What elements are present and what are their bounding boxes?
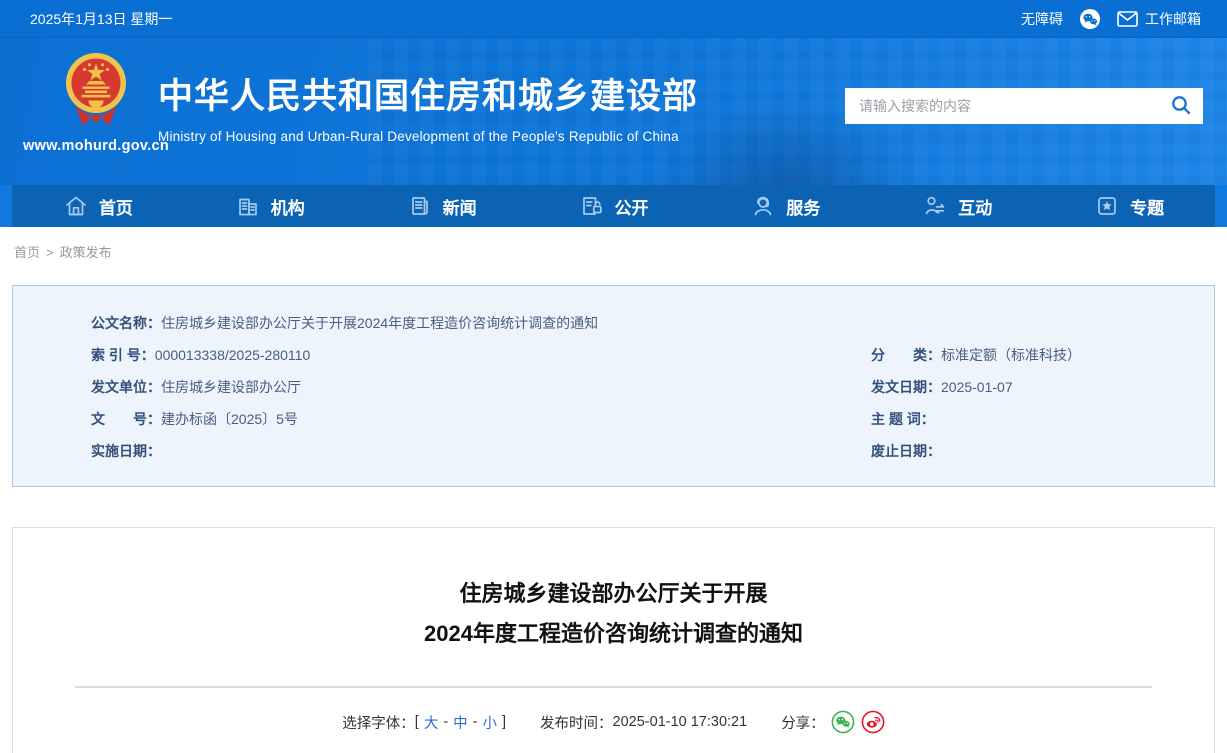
meta-label: 主 题 词： bbox=[871, 409, 935, 430]
nav-label: 互动 bbox=[958, 194, 992, 219]
breadcrumb: 首页 > 政策发布 bbox=[14, 242, 1227, 261]
meta-label: 索 引 号： bbox=[91, 345, 155, 366]
site-title-chinese: 中华人民共和国住房和城乡建设部 bbox=[158, 68, 698, 119]
meta-label: 公文名称： bbox=[91, 313, 161, 334]
meta-row-abolition-date: 废止日期： bbox=[871, 441, 1194, 462]
meta-row-issuing-unit: 发文单位： 住房城乡建设部办公厅 bbox=[91, 377, 871, 398]
article-panel: 住房城乡建设部办公厅关于开展 2024年度工程造价咨询统计调查的通知 选择字体：… bbox=[12, 527, 1215, 753]
nav-item-disclosure[interactable]: 公开 bbox=[528, 185, 700, 227]
meta-value: 住房城乡建设部办公厅 bbox=[161, 377, 301, 398]
wechat-share-icon[interactable] bbox=[831, 710, 855, 734]
site-title-english: Ministry of Housing and Urban-Rural Deve… bbox=[158, 129, 698, 144]
meta-grid: 索 引 号： 000013338/2025-280110 发文单位： 住房城乡建… bbox=[91, 345, 1194, 462]
meta-label: 分 类： bbox=[871, 345, 941, 366]
publish-time-value: 2025-01-10 17:30:21 bbox=[613, 714, 748, 730]
search-button[interactable] bbox=[1159, 88, 1203, 124]
nav-item-services[interactable]: 服务 bbox=[699, 185, 871, 227]
share-icons bbox=[831, 710, 885, 734]
nav-item-news[interactable]: 新闻 bbox=[356, 185, 528, 227]
publish-time-group: 发布时间： 2025-01-10 17:30:21 bbox=[540, 712, 747, 733]
disclosure-icon bbox=[579, 193, 605, 219]
nav-item-interaction[interactable]: 互动 bbox=[871, 185, 1043, 227]
top-utility-bar: 2025年1月13日 星期一 无障碍 工作邮箱 bbox=[0, 0, 1227, 38]
share-group: 分享： bbox=[781, 710, 885, 734]
nav-item-home[interactable]: 首页 bbox=[12, 185, 184, 227]
meta-row-category: 分 类： 标准定额（标准科技） bbox=[871, 345, 1194, 366]
nav-label: 专题 bbox=[1130, 194, 1164, 219]
meta-column-right: 分 类： 标准定额（标准科技） 发文日期： 2025-01-07 主 题 词： … bbox=[871, 345, 1194, 462]
meta-value: 建办标函〔2025〕5号 bbox=[161, 409, 298, 430]
meta-column-left: 索 引 号： 000013338/2025-280110 发文单位： 住房城乡建… bbox=[91, 345, 871, 462]
search-input[interactable] bbox=[845, 88, 1159, 124]
article-divider bbox=[75, 686, 1152, 688]
nav-item-organization[interactable]: 机构 bbox=[184, 185, 356, 227]
meta-row-title: 公文名称： 住房城乡建设部办公厅关于开展2024年度工程造价咨询统计调查的通知 bbox=[91, 313, 1194, 334]
meta-row-subject-words: 主 题 词： bbox=[871, 409, 1194, 430]
font-size-separator: - bbox=[443, 714, 448, 730]
font-size-small[interactable]: 小 bbox=[483, 712, 498, 733]
meta-value: 000013338/2025-280110 bbox=[155, 345, 310, 366]
search-icon bbox=[1170, 94, 1192, 119]
topics-icon bbox=[1094, 193, 1120, 219]
font-size-medium[interactable]: 中 bbox=[453, 712, 468, 733]
font-size-label: 选择字体： bbox=[342, 712, 415, 733]
nav-label: 新闻 bbox=[443, 194, 477, 219]
meta-row-index-number: 索 引 号： 000013338/2025-280110 bbox=[91, 345, 871, 366]
mail-icon bbox=[1117, 11, 1138, 27]
nav-strip: 首页 机构 新闻 bbox=[0, 185, 1227, 227]
topbar-links: 无障碍 工作邮箱 bbox=[1021, 8, 1201, 30]
article-title-line1: 住房城乡建设部办公厅关于开展 bbox=[13, 574, 1214, 614]
font-size-large[interactable]: 大 bbox=[424, 712, 439, 733]
document-metadata-panel: 公文名称： 住房城乡建设部办公厅关于开展2024年度工程造价咨询统计调查的通知 … bbox=[12, 285, 1215, 487]
nav-label: 机构 bbox=[271, 194, 305, 219]
mailbox-label: 工作邮箱 bbox=[1145, 9, 1201, 29]
site-header: www.mohurd.gov.cn 中华人民共和国住房和城乡建设部 Minist… bbox=[0, 38, 1227, 185]
publish-time-label: 发布时间： bbox=[540, 712, 613, 733]
meta-row-document-number: 文 号： 建办标函〔2025〕5号 bbox=[91, 409, 871, 430]
meta-label: 发文单位： bbox=[91, 377, 161, 398]
article-title: 住房城乡建设部办公厅关于开展 2024年度工程造价咨询统计调查的通知 bbox=[13, 574, 1214, 654]
interaction-icon bbox=[922, 193, 948, 219]
nav-label: 服务 bbox=[786, 194, 820, 219]
breadcrumb-separator: > bbox=[46, 245, 54, 260]
share-label: 分享： bbox=[781, 712, 825, 733]
home-icon bbox=[63, 193, 89, 219]
work-mailbox[interactable]: 工作邮箱 bbox=[1117, 9, 1201, 29]
meta-value: 住房城乡建设部办公厅关于开展2024年度工程造价咨询统计调查的通知 bbox=[161, 313, 598, 334]
site-logo-block[interactable]: www.mohurd.gov.cn bbox=[22, 50, 170, 154]
meta-label: 发文日期： bbox=[871, 377, 941, 398]
site-title-block: 中华人民共和国住房和城乡建设部 Ministry of Housing and … bbox=[158, 68, 698, 144]
bracket-close: ] bbox=[502, 714, 506, 730]
meta-label: 文 号： bbox=[91, 409, 161, 430]
article-info-bar: 选择字体： [ 大 - 中 - 小 ] 发布时间： 2025-01-10 17:… bbox=[13, 710, 1214, 734]
accessibility-link[interactable]: 无障碍 bbox=[1021, 9, 1063, 29]
meta-label: 实施日期： bbox=[91, 441, 161, 462]
search-box bbox=[845, 88, 1203, 124]
nav-label: 首页 bbox=[99, 194, 133, 219]
article-title-line2: 2024年度工程造价咨询统计调查的通知 bbox=[13, 614, 1214, 654]
building-icon bbox=[235, 193, 261, 219]
site-url: www.mohurd.gov.cn bbox=[23, 138, 169, 154]
meta-row-issue-date: 发文日期： 2025-01-07 bbox=[871, 377, 1194, 398]
weibo-share-icon[interactable] bbox=[861, 710, 885, 734]
main-nav: 首页 机构 新闻 bbox=[12, 185, 1215, 227]
current-date: 2025年1月13日 星期一 bbox=[30, 9, 172, 29]
service-icon bbox=[750, 193, 776, 219]
national-emblem bbox=[64, 50, 128, 135]
meta-value: 2025-01-07 bbox=[941, 377, 1013, 398]
breadcrumb-home[interactable]: 首页 bbox=[14, 245, 40, 260]
breadcrumb-current: 政策发布 bbox=[60, 245, 112, 260]
news-icon bbox=[407, 193, 433, 219]
bracket-open: [ bbox=[415, 714, 419, 730]
font-size-separator: - bbox=[473, 714, 478, 730]
nav-item-topics[interactable]: 专题 bbox=[1043, 185, 1215, 227]
nav-label: 公开 bbox=[615, 194, 649, 219]
font-size-selector: 选择字体： [ 大 - 中 - 小 ] bbox=[342, 712, 506, 733]
meta-value: 标准定额（标准科技） bbox=[941, 345, 1081, 366]
meta-label: 废止日期： bbox=[871, 441, 941, 462]
wechat-bubbles-icon[interactable] bbox=[1079, 8, 1101, 30]
meta-row-implementation-date: 实施日期： bbox=[91, 441, 871, 462]
